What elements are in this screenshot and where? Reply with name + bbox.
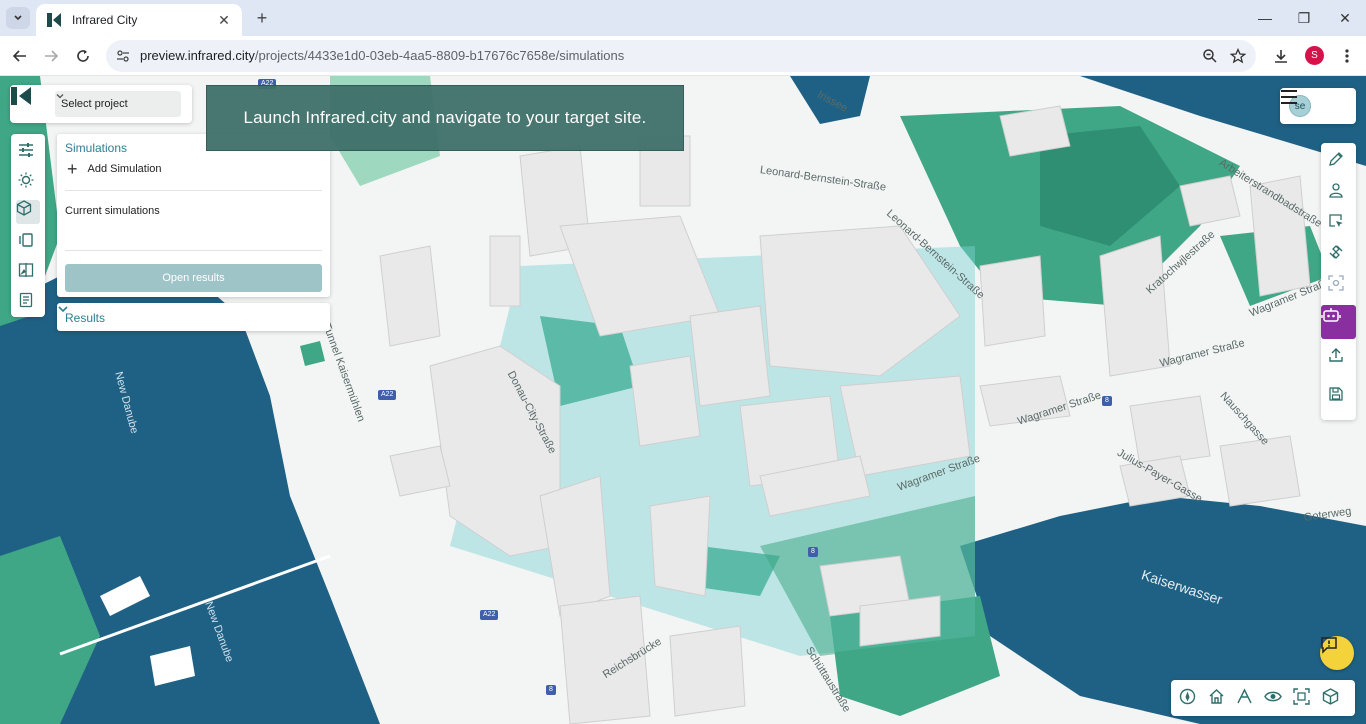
url-host: preview.infrared.city (140, 48, 255, 63)
save-button[interactable] (1328, 386, 1349, 407)
simulations-button[interactable] (16, 200, 40, 224)
eye-icon (1264, 691, 1282, 702)
left-toolbar (11, 134, 45, 317)
current-simulations-label: Current simulations (65, 205, 160, 217)
tab-search-button[interactable] (6, 7, 30, 29)
close-window-icon[interactable]: ✕ (1335, 8, 1355, 28)
compass-icon (1179, 688, 1196, 705)
restore-icon[interactable]: ❐ (1294, 8, 1314, 28)
back-icon[interactable] (10, 46, 30, 66)
visibility-button[interactable] (1264, 688, 1284, 708)
satellite-icon (1329, 245, 1343, 259)
road-shield-a22: A22 (480, 610, 499, 620)
address-bar[interactable]: preview.infrared.city/projects/4433e1d0-… (106, 40, 1256, 72)
frame-icon (1293, 688, 1310, 705)
sliders-icon (19, 143, 33, 157)
save-icon (1329, 387, 1343, 401)
bookmark-star-icon[interactable] (1230, 48, 1246, 64)
user-pin-icon (1329, 183, 1343, 198)
select-project-dropdown[interactable]: Select project (55, 91, 181, 117)
user-menu-bar: se (1280, 88, 1356, 124)
feedback-button[interactable] (1320, 636, 1354, 670)
focus-icon (1328, 275, 1344, 291)
results-accordion[interactable]: Results (57, 303, 330, 331)
focus-button[interactable] (1328, 275, 1349, 296)
cube-icon (1322, 688, 1339, 705)
download-icon[interactable] (1271, 46, 1291, 66)
sun-icon (18, 172, 34, 188)
profile-avatar[interactable]: S (1305, 46, 1324, 65)
open-results-button[interactable]: Open results (65, 264, 322, 292)
draw-button[interactable] (1328, 151, 1349, 172)
instruction-banner-text: Launch Infrared.city and navigate to you… (243, 108, 647, 127)
select-icon (1329, 214, 1343, 227)
browser-toolbar: preview.infrared.city/projects/4433e1d0-… (0, 36, 1366, 76)
chat-alert-icon (1321, 637, 1337, 654)
results-label: Results (65, 311, 106, 325)
url-path: /projects/4433e1d0-03eb-4aa5-8809-b17676… (254, 48, 625, 63)
road-shield-8: 8 (546, 685, 556, 695)
compare-icon (18, 263, 34, 277)
simulations-title: Simulations (65, 141, 128, 155)
layers-panel-button[interactable] (18, 232, 38, 252)
divider (65, 250, 322, 251)
site-settings-icon[interactable] (116, 49, 130, 63)
ai-assistant-button[interactable] (1321, 305, 1356, 339)
pencil-icon (1329, 152, 1343, 166)
add-simulation-label: Add Simulation (87, 163, 162, 175)
chevron-down-icon (56, 94, 64, 99)
add-simulation-button[interactable]: + Add Simulation (67, 159, 162, 179)
export-button[interactable] (1328, 347, 1349, 368)
url-text: preview.infrared.city/projects/4433e1d0-… (140, 48, 624, 63)
divider (65, 190, 322, 191)
bottom-toolbar (1171, 680, 1355, 716)
instruction-banner: Launch Infrared.city and navigate to you… (206, 85, 684, 151)
angle-icon (1237, 688, 1252, 704)
select-project-label: Select project (61, 98, 128, 110)
sun-analysis-button[interactable] (18, 172, 38, 192)
right-toolbar (1321, 143, 1356, 420)
hamburger-menu-icon[interactable] (1280, 88, 1298, 106)
road-shield-8: 8 (1102, 396, 1112, 406)
pedestrian-button[interactable] (1328, 182, 1349, 203)
infrared-favicon-icon (47, 13, 61, 27)
reload-icon[interactable] (73, 46, 93, 66)
satellite-view-button[interactable] (1328, 244, 1349, 265)
3d-view-button[interactable] (1322, 688, 1342, 708)
upload-icon (1329, 348, 1343, 362)
simulations-panel: Simulations + Add Simulation Current sim… (57, 134, 330, 297)
panels-icon (19, 233, 33, 247)
report-button[interactable] (18, 292, 38, 312)
road-shield-a22: A22 (378, 390, 397, 400)
chevron-down-icon (58, 306, 68, 313)
zoom-icon[interactable] (1202, 48, 1218, 64)
infrared-logo-icon[interactable] (10, 85, 32, 107)
chevron-down-icon (14, 15, 22, 21)
road-shield-8: 8 (808, 547, 818, 557)
robot-icon (1321, 308, 1341, 322)
compare-button[interactable] (18, 262, 38, 282)
close-tab-icon[interactable]: ✕ (216, 12, 232, 29)
browser-tab-strip: Infrared City ✕ + — ❐ ✕ (0, 0, 1366, 36)
select-area-button[interactable] (1328, 213, 1349, 234)
document-icon (19, 292, 33, 308)
minimize-icon[interactable]: — (1255, 8, 1275, 28)
plus-icon: + (67, 159, 78, 179)
tab-title: Infrared City (72, 13, 138, 27)
home-icon (1209, 689, 1224, 704)
tilt-button[interactable] (1236, 688, 1256, 708)
map-viewport[interactable]: Irissee Leonard-Bernstein-Straße Leonard… (0, 76, 1366, 724)
compass-button[interactable] (1179, 688, 1199, 708)
browser-tab[interactable]: Infrared City ✕ (36, 4, 242, 36)
project-bar: Select project (10, 85, 192, 123)
settings-sliders-button[interactable] (18, 142, 38, 162)
cube-icon (16, 200, 32, 216)
fit-view-button[interactable] (1293, 688, 1313, 708)
forward-icon[interactable] (41, 46, 61, 66)
home-view-button[interactable] (1208, 688, 1228, 708)
more-menu-icon[interactable] (1337, 46, 1357, 66)
new-tab-button[interactable]: + (252, 8, 272, 28)
